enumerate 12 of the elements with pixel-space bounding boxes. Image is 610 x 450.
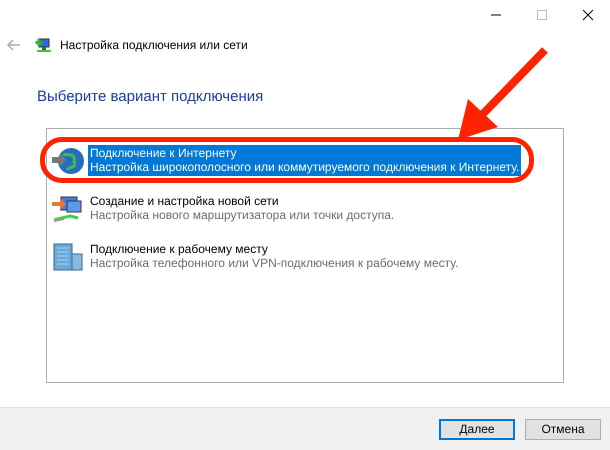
page-heading: Выберите вариант подключения (37, 88, 264, 107)
connection-option[interactable]: Подключение к Интернету Настройка широкополосного или коммутируемого подключения к Интернету. (88, 145, 522, 176)
connection-option[interactable]: Создание и настройка новой сети Настройка нового маршрутизатора или точки доступа. (88, 193, 396, 224)
window-title: Настройка подключения или сети (60, 38, 248, 52)
close-icon[interactable] (582, 9, 594, 21)
next-button[interactable]: Далее (439, 418, 515, 440)
cancel-button[interactable]: Отмена (525, 418, 601, 440)
office-building-icon (51, 242, 85, 272)
network-setup-icon (35, 37, 51, 53)
globe-icon (51, 146, 85, 176)
maximize-icon (536, 9, 548, 21)
connection-option[interactable]: Подключение к рабочему месту Настройка телефонного или VPN-подключения к рабочему месту. (88, 241, 460, 272)
